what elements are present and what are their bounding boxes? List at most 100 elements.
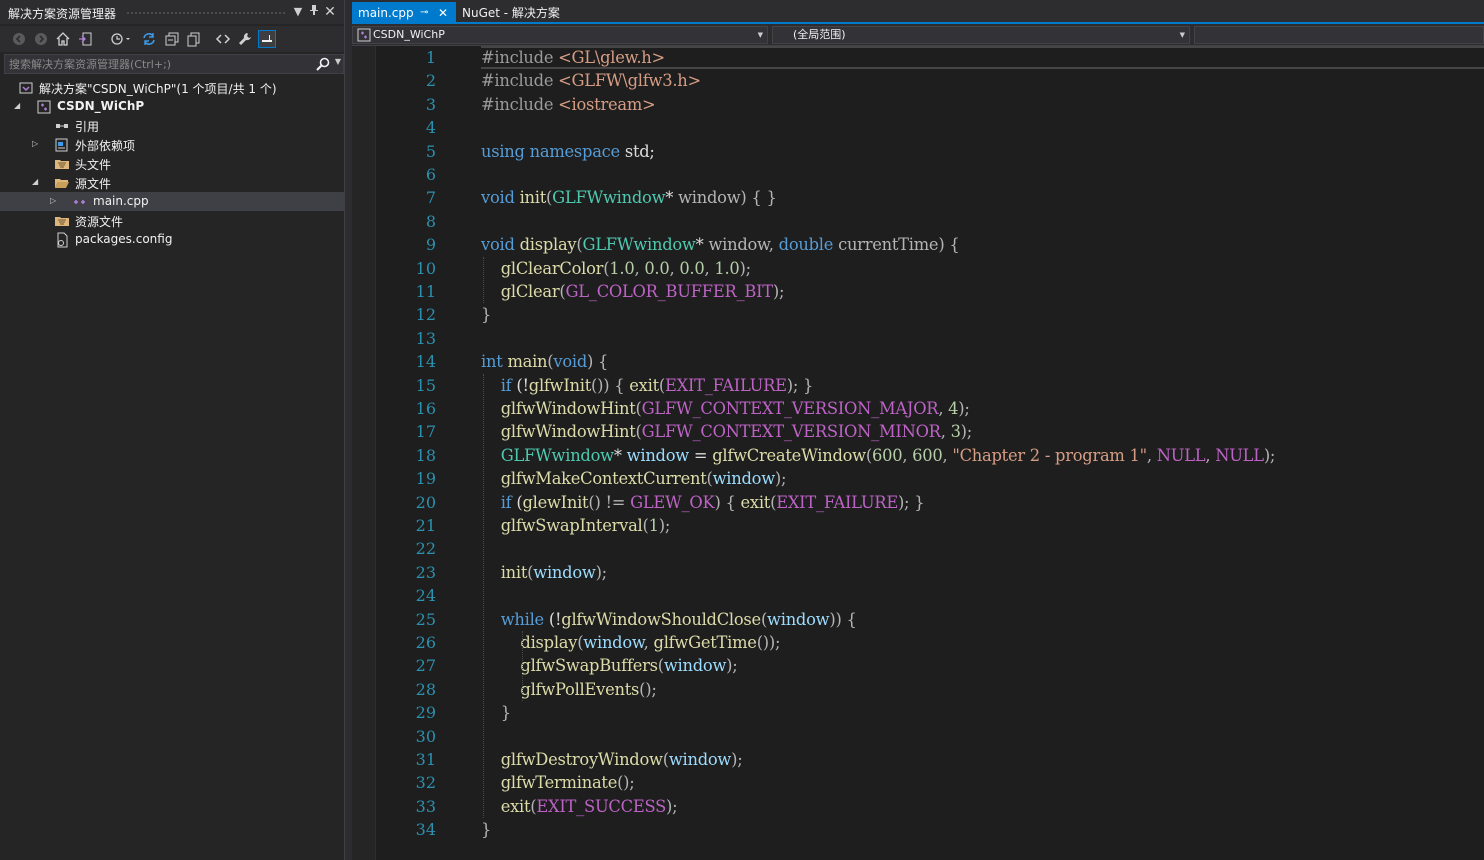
window-options-icon[interactable]: ▼ [290, 4, 306, 20]
line-number: 14 [415, 352, 436, 372]
forward-icon[interactable] [32, 30, 50, 48]
code-line[interactable]: #include <GL\glew.h> [481, 46, 665, 69]
code-token: (! [511, 375, 529, 395]
code-line[interactable]: glfwMakeContextCurrent(window); [481, 467, 787, 490]
view-code-icon[interactable] [214, 30, 232, 48]
tree-item[interactable]: ◢ 源文件 [0, 173, 344, 192]
code-token: (); [639, 679, 657, 699]
code-line[interactable]: glfwPollEvents(); [481, 678, 657, 701]
code-line[interactable]: glfwWindowHint(GLFW_CONTEXT_VERSION_MAJO… [481, 397, 970, 420]
code-token: , [1146, 445, 1157, 465]
tree-item[interactable]: 引用 [0, 116, 344, 135]
pending-changes-filter-icon[interactable] [108, 30, 134, 48]
tab-close-icon[interactable]: ✕ [438, 2, 448, 24]
tree-item-label: 解决方案"CSDN_WiChP"(1 个项目/共 1 个) [39, 82, 277, 96]
line-number: 11 [415, 282, 436, 301]
search-icon[interactable] [315, 56, 331, 72]
project-dropdown[interactable]: CSDN_WiChP ▼ [352, 26, 768, 44]
switch-views-icon[interactable] [76, 30, 94, 48]
code-token: , [942, 445, 953, 465]
tab-nuget-solution[interactable]: NuGet - 解决方案 [456, 2, 566, 24]
code-token: ); [726, 656, 738, 676]
code-line[interactable]: void display(GLFWwindow* window, double … [481, 233, 960, 256]
code-token: NULL [1156, 445, 1206, 465]
scope-dropdown[interactable]: (全局范围) ▼ [772, 26, 1190, 44]
tab-pin-icon[interactable]: ⊸ [420, 2, 428, 24]
collapse-all-icon[interactable] [163, 30, 181, 48]
code-text-area[interactable]: #include <GL\glew.h> #include <GLFW\glfw3… [481, 46, 1484, 860]
code-line[interactable]: if (!glfwInit()) { exit(EXIT_FAILURE); } [481, 374, 814, 397]
code-token: glfwDestroyWindow [500, 750, 663, 769]
tab-main-cpp[interactable]: main.cpp ⊸ ✕ [352, 2, 456, 24]
search-input[interactable] [5, 55, 305, 73]
code-line[interactable]: int main(void) { [481, 350, 608, 373]
indicator-margin[interactable] [352, 46, 376, 860]
collapse-arrow-icon[interactable]: ◢ [32, 176, 42, 188]
code-line[interactable]: glfwDestroyWindow(window); [481, 748, 743, 771]
code-line[interactable]: #include <GLFW\glfw3.h> [481, 69, 701, 92]
home-icon[interactable] [54, 30, 72, 48]
code-token: window [708, 235, 769, 255]
code-line[interactable]: glfwSwapBuffers(window); [481, 654, 738, 677]
code-token: ); [595, 562, 608, 582]
solution-search-box[interactable]: ▼ [4, 54, 344, 74]
code-token: ()) { [591, 375, 630, 395]
code-line[interactable]: glClear(GL_COLOR_BUFFER_BIT); [481, 280, 785, 303]
back-icon[interactable] [10, 30, 28, 48]
code-token: GLEW_OK [630, 492, 715, 512]
close-panel-icon[interactable]: ✕ [322, 4, 338, 20]
titlebar-grip[interactable] [126, 11, 286, 16]
search-options-dropdown-icon[interactable]: ▼ [335, 57, 341, 66]
line-number: 15 [415, 375, 436, 395]
tree-item[interactable]: 解决方案"CSDN_WiChP"(1 个项目/共 1 个) [0, 78, 344, 97]
code-line[interactable]: display(window, glfwGetTime()); [481, 631, 780, 654]
collapse-arrow-icon[interactable]: ◢ [14, 100, 24, 112]
code-line[interactable]: } [481, 818, 491, 841]
line-number: 21 [415, 516, 436, 535]
code-token: glfwPollEvents [520, 679, 640, 699]
line-number: 20 [415, 492, 436, 512]
code-line[interactable]: #include <iostream> [481, 93, 656, 116]
sync-icon[interactable] [140, 30, 158, 48]
code-line[interactable]: } [481, 701, 511, 724]
tree-item[interactable]: ◢ CSDN_WiChP [0, 97, 344, 116]
code-token: main [507, 352, 548, 372]
code-line[interactable]: while (!glfwWindowShouldClose(window)) { [481, 608, 857, 631]
code-editor[interactable]: 1 2 3 4 5 6 7 8 9 10 11 12 13 14 15 16 17 18 19 20 21 22 23 24 2… [352, 46, 1484, 860]
expand-arrow-icon[interactable]: ▷ [50, 195, 60, 207]
code-line[interactable]: void init(GLFWwindow* window) { } [481, 186, 777, 209]
code-token: ) { [714, 492, 741, 512]
code-token: , [1205, 445, 1216, 465]
pin-icon[interactable] [306, 4, 322, 20]
tab-label: main.cpp [358, 6, 414, 20]
member-dropdown[interactable] [1194, 26, 1484, 44]
line-number: 34 [415, 820, 436, 840]
code-line[interactable]: exit(EXIT_SUCCESS); [481, 795, 678, 818]
indent-guide [522, 631, 523, 702]
code-line[interactable]: if (glewInit() != GLEW_OK) { exit(EXIT_F… [481, 491, 925, 514]
show-all-files-icon[interactable] [185, 30, 203, 48]
code-line[interactable]: GLFWwindow* window = glfwCreateWindow(60… [481, 444, 1276, 467]
tree-item[interactable]: packages.config [0, 230, 344, 249]
code-line[interactable]: using namespace std; [481, 140, 655, 163]
expand-arrow-icon[interactable]: ▷ [32, 138, 42, 150]
code-line[interactable]: glClearColor(1.0, 0.0, 0.0, 1.0); [481, 257, 751, 280]
tree-item[interactable]: 头文件 [0, 154, 344, 173]
code-line[interactable]: } [481, 303, 491, 326]
code-line[interactable]: glfwWindowHint(GLFW_CONTEXT_VERSION_MINO… [481, 420, 973, 443]
preview-selected-items-icon[interactable] [258, 30, 276, 48]
tree-item[interactable]: 资源文件 [0, 211, 344, 230]
code-token: 1.0 [714, 258, 740, 278]
code-token: if [500, 492, 512, 512]
code-line[interactable]: init(window); [481, 561, 607, 584]
tree-item[interactable]: ▷ 外部依赖项 [0, 135, 344, 154]
line-number: 30 [415, 726, 436, 746]
code-line[interactable]: glfwTerminate(); [481, 771, 635, 794]
tree-item[interactable]: ▷ main.cpp [0, 192, 344, 211]
code-line[interactable]: glfwSwapInterval(1); [481, 514, 671, 537]
code-token: window [663, 656, 727, 676]
code-token: , [643, 633, 654, 652]
properties-wrench-icon[interactable] [236, 30, 254, 48]
tab-label: NuGet - 解决方案 [462, 6, 560, 20]
indent-guide [483, 256, 484, 304]
